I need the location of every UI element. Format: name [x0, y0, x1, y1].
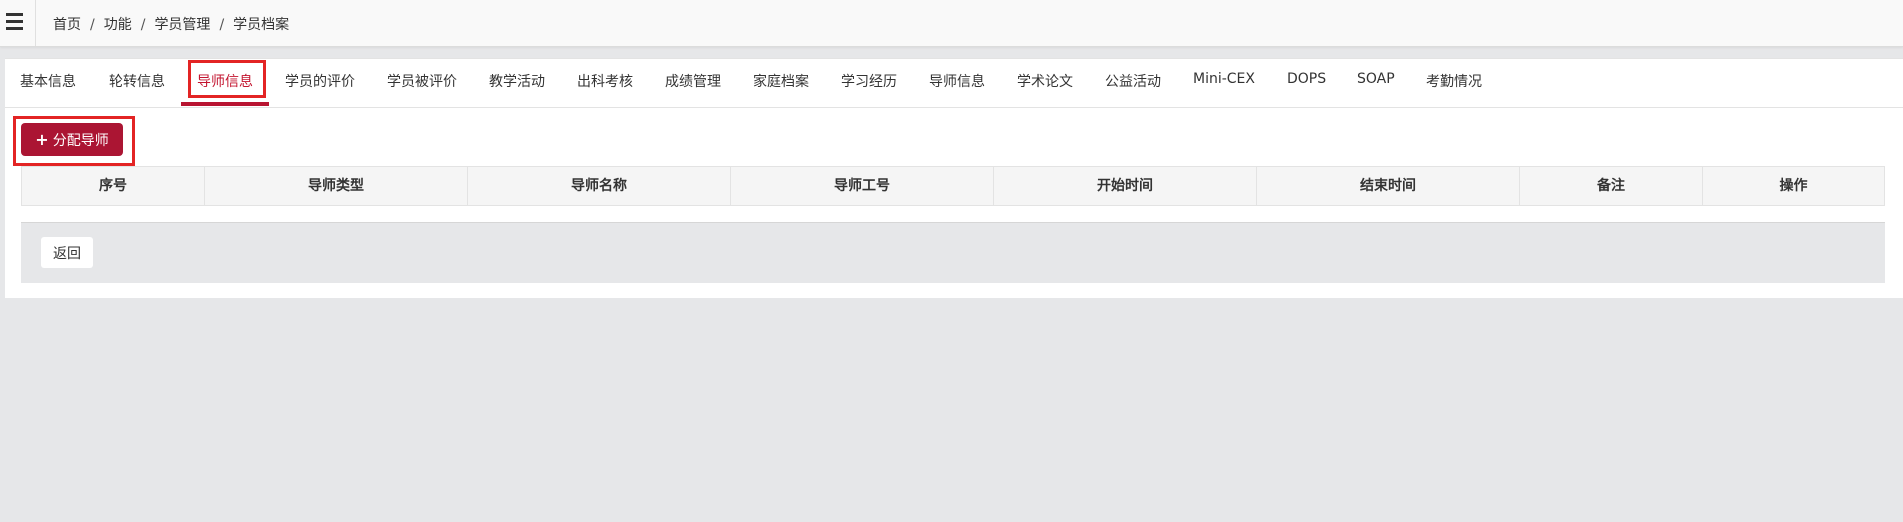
- back-button[interactable]: 返回: [41, 237, 93, 268]
- breadcrumb: 首页 / 功能 / 学员管理 / 学员档案: [53, 14, 289, 34]
- assign-mentor-button[interactable]: + 分配导师: [21, 123, 123, 156]
- column-header-mentor-type: 导师类型: [205, 167, 468, 205]
- column-header-mentor-name: 导师名称: [468, 167, 731, 205]
- active-tab-indicator: [181, 102, 269, 106]
- breadcrumb-home[interactable]: 首页: [53, 17, 81, 33]
- tab-academic-papers[interactable]: 学术论文: [1017, 71, 1073, 101]
- tab-rotation-info[interactable]: 轮转信息: [109, 71, 165, 101]
- tab-family-archive[interactable]: 家庭档案: [753, 71, 809, 101]
- breadcrumb-separator: /: [140, 17, 146, 33]
- plus-icon: +: [35, 130, 49, 149]
- column-header-actions: 操作: [1779, 178, 1808, 194]
- tab-bar: 基本信息 轮转信息 导师信息 学员的评价 学员被评价 教学活动 出科考核 成绩管…: [5, 59, 1903, 108]
- column-header-mentor-id: 导师工号: [731, 167, 994, 205]
- column-header-remarks: 备注: [1520, 167, 1703, 205]
- column-header-start-time: 开始时间: [994, 167, 1257, 205]
- tab-grade-management[interactable]: 成绩管理: [665, 71, 721, 101]
- tab-highlight-box: [188, 60, 266, 98]
- column-header-end-time: 结束时间: [1257, 167, 1520, 205]
- tab-attendance[interactable]: 考勤情况: [1426, 71, 1482, 101]
- content-panel: 基本信息 轮转信息 导师信息 学员的评价 学员被评价 教学活动 出科考核 成绩管…: [5, 58, 1903, 298]
- hamburger-menu-icon[interactable]: [4, 13, 26, 33]
- tab-mini-cex[interactable]: Mini-CEX: [1193, 71, 1255, 101]
- tab-dops[interactable]: DOPS: [1287, 71, 1326, 101]
- form-footer: 返回: [21, 222, 1885, 283]
- breadcrumb-function[interactable]: 功能: [104, 17, 132, 33]
- topbar-divider: [35, 0, 36, 46]
- tab-department-exam[interactable]: 出科考核: [577, 71, 633, 101]
- tab-student-evaluations[interactable]: 学员的评价: [285, 71, 355, 101]
- tab-teaching-activities[interactable]: 教学活动: [489, 71, 545, 101]
- tab-evaluations-of-student[interactable]: 学员被评价: [387, 71, 457, 101]
- tab-public-welfare[interactable]: 公益活动: [1105, 71, 1161, 101]
- breadcrumb-separator: /: [90, 17, 95, 33]
- breadcrumb-separator: /: [219, 17, 225, 33]
- tab-basic-info[interactable]: 基本信息: [20, 71, 76, 101]
- assign-mentor-label: 分配导师: [52, 132, 109, 149]
- column-header-index: 序号: [22, 167, 205, 205]
- breadcrumb-student-archive: 学员档案: [233, 17, 290, 33]
- breadcrumb-student-management[interactable]: 学员管理: [154, 17, 210, 33]
- tab-soap[interactable]: SOAP: [1357, 71, 1395, 101]
- tab-mentor-info-2[interactable]: 导师信息: [929, 71, 985, 101]
- tab-study-history[interactable]: 学习经历: [841, 71, 897, 101]
- top-bar: 首页 / 功能 / 学员管理 / 学员档案: [0, 0, 1903, 47]
- mentor-table: 序号 导师类型 导师名称 导师工号 开始时间 结束时间 备注 操作: [21, 166, 1885, 206]
